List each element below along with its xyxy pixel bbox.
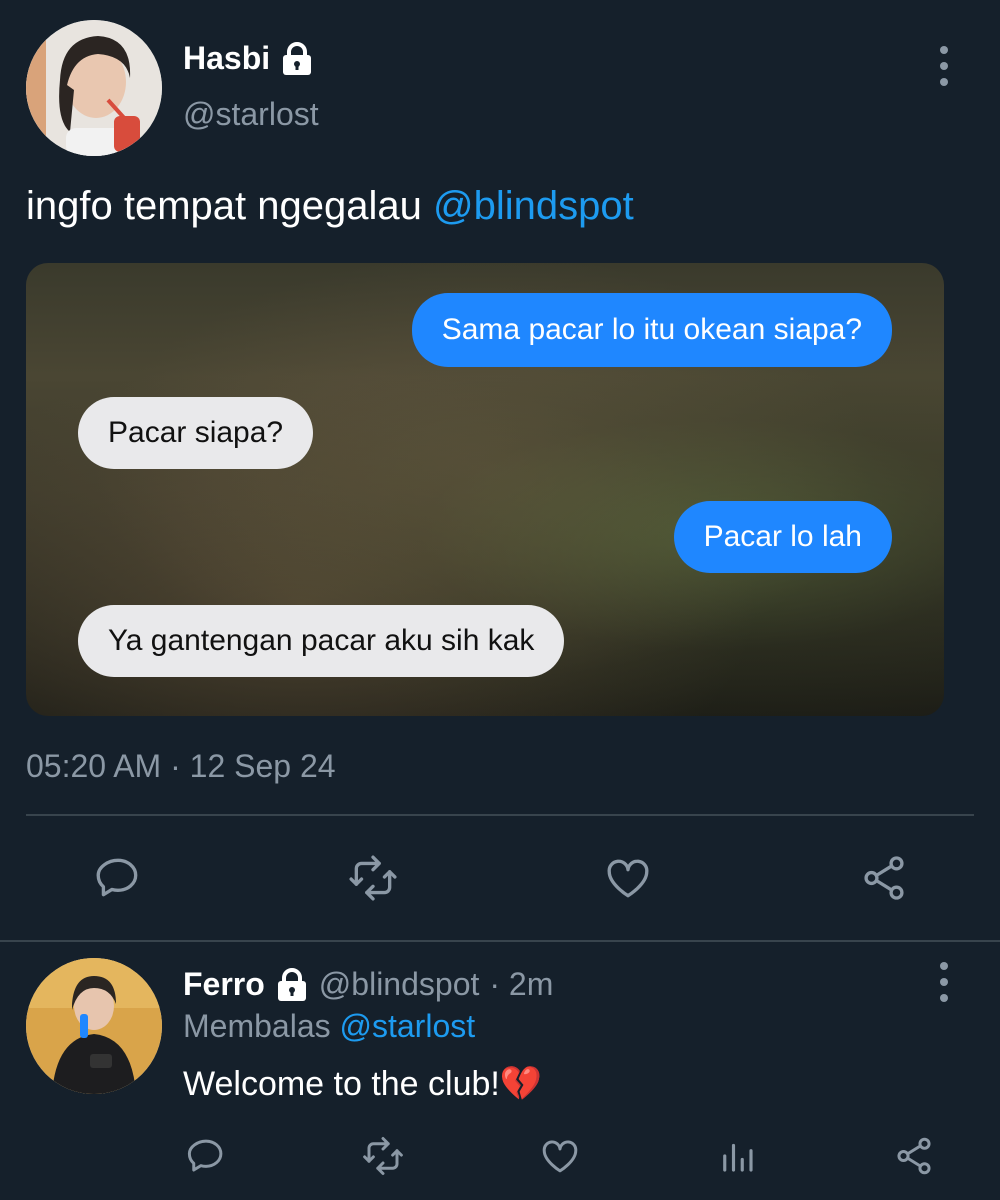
replying-to-link[interactable]: @starlost xyxy=(340,1008,476,1044)
chat-bubble-text: Ya gantengan pacar aku sih kak xyxy=(108,624,535,657)
reply-author-handle[interactable]: @blindspot xyxy=(319,966,480,1003)
more-options-icon[interactable] xyxy=(936,46,952,86)
share-button[interactable] xyxy=(854,848,914,908)
tweet-mention-link[interactable]: @blindspot xyxy=(433,184,634,228)
avatar-image xyxy=(26,20,162,156)
lock-icon xyxy=(280,41,314,76)
chat-bubble-text: Pacar lo lah xyxy=(703,520,862,553)
share-icon xyxy=(897,1137,931,1175)
reply-text: Welcome to the club!💔 xyxy=(183,1065,543,1103)
tweet-media-image[interactable]: Sama pacar lo itu okean siapa? Pacar sia… xyxy=(26,263,944,716)
tweet-timestamp[interactable]: 05:20 AM · 12 Sep 24 xyxy=(26,748,336,785)
analytics-icon xyxy=(723,1143,753,1172)
reply-reply-button[interactable] xyxy=(176,1126,236,1186)
author-handle[interactable]: @starlost xyxy=(183,96,319,133)
retweet-button[interactable] xyxy=(343,848,403,908)
reply-like-button[interactable] xyxy=(530,1126,590,1186)
reply-retweet-button[interactable] xyxy=(353,1126,413,1186)
reply-share-button[interactable] xyxy=(884,1126,944,1186)
like-button[interactable] xyxy=(598,848,658,908)
like-icon xyxy=(542,1140,578,1173)
retweet-icon xyxy=(363,1137,403,1175)
reply-button[interactable] xyxy=(88,848,148,908)
reply-more-options-icon[interactable] xyxy=(936,962,952,1002)
like-icon xyxy=(607,859,649,898)
author-name[interactable]: Hasbi xyxy=(183,40,270,77)
replying-to-label: Membalas xyxy=(183,1008,340,1044)
chat-bubble-right: Sama pacar lo itu okean siapa? xyxy=(411,293,892,367)
chat-bubble-left: Pacar siapa? xyxy=(78,397,314,469)
lock-icon xyxy=(275,967,309,1002)
chat-bubble-left: Ya gantengan pacar aku sih kak xyxy=(78,605,565,677)
avatar-image xyxy=(26,958,162,1094)
retweet-icon xyxy=(349,855,397,901)
divider xyxy=(26,814,974,816)
chat-bubble-right: Pacar lo lah xyxy=(673,501,892,573)
chat-bubble-text: Pacar siapa? xyxy=(108,416,284,449)
reply-author-name[interactable]: Ferro xyxy=(183,966,265,1003)
author-avatar[interactable] xyxy=(26,20,162,156)
chat-bubble-text: Sama pacar lo itu okean siapa? xyxy=(441,313,862,346)
reply-time: · 2m xyxy=(489,966,554,1002)
replying-to: Membalas @starlost xyxy=(183,1008,475,1045)
divider xyxy=(0,940,1000,942)
reply-icon xyxy=(187,1139,223,1172)
reply-analytics-button[interactable] xyxy=(707,1126,767,1186)
tweet-text: ingfo tempat ngegalau @blindspot xyxy=(26,184,634,229)
tweet-text-body: ingfo tempat ngegalau xyxy=(26,184,433,228)
share-icon xyxy=(864,856,904,900)
reply-author-avatar[interactable] xyxy=(26,958,162,1094)
reply-icon xyxy=(96,858,138,897)
